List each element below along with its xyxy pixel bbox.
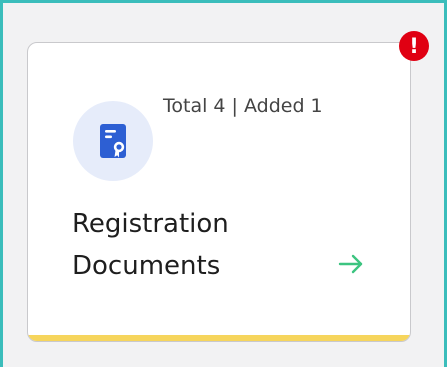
arrow-right-icon[interactable] [334,247,368,281]
document-count: Total 4 | Added 1 [163,95,323,117]
card-title-line-2: Documents [72,251,221,281]
alert-badge-icon: ! [399,31,429,61]
card-title-line-1: Registration [72,209,229,239]
document-icon-container [73,101,153,181]
card-accent-bar [28,335,410,341]
registration-documents-card[interactable]: Total 4 | Added 1 Registration Documents [27,42,411,342]
card-title: Registration Documents [72,203,312,287]
certificate-document-icon [100,124,126,158]
